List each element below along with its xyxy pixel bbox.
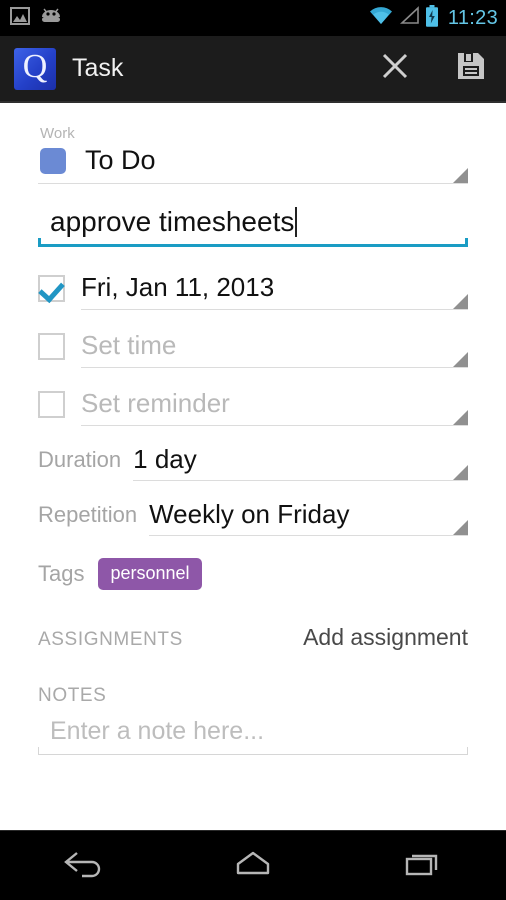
- set-time-checkbox[interactable]: [38, 333, 65, 360]
- category-color-swatch: [40, 147, 66, 174]
- repetition-value: Weekly on Friday: [149, 499, 350, 529]
- status-bar: 11:23: [0, 0, 506, 36]
- nav-back-button[interactable]: [29, 831, 139, 900]
- android-navigation-bar: [0, 830, 506, 900]
- task-form: Work To Do approve timesheets Fri, Jan 1…: [0, 103, 506, 830]
- chevron-down-icon: [453, 294, 468, 309]
- close-icon: [380, 51, 410, 86]
- task-title-input[interactable]: approve timesheets: [38, 206, 468, 252]
- nav-home-button[interactable]: [198, 831, 308, 900]
- recents-icon: [399, 847, 445, 884]
- notes-section-header: NOTES: [38, 685, 468, 707]
- assignments-title: ASSIGNMENTS: [38, 629, 183, 650]
- tag-chip[interactable]: personnel: [98, 558, 202, 590]
- text-caret: [295, 207, 298, 237]
- task-title-value: approve timesheets: [50, 206, 295, 237]
- duration-value: 1 day: [133, 444, 197, 474]
- category-spinner[interactable]: To Do: [38, 143, 468, 184]
- due-date-value: Fri, Jan 11, 2013: [81, 272, 275, 302]
- close-button[interactable]: [376, 47, 414, 91]
- tags-label: Tags: [38, 561, 85, 586]
- tags-row[interactable]: Tags personnel: [38, 558, 468, 590]
- set-reminder-label: Set reminder: [81, 388, 230, 418]
- page-title: Task: [72, 54, 124, 82]
- chevron-down-icon: [453, 352, 468, 367]
- status-bar-clock: 11:23: [447, 6, 498, 29]
- chevron-down-icon: [453, 465, 468, 480]
- action-bar-actions: [376, 47, 490, 91]
- save-button[interactable]: [452, 47, 490, 91]
- notes-placeholder: Enter a note here...: [50, 717, 265, 745]
- due-date-checkbox[interactable]: [38, 275, 65, 302]
- chevron-down-icon: [453, 520, 468, 535]
- chevron-down-icon: [453, 168, 468, 183]
- app-logo-icon[interactable]: Q: [14, 47, 56, 90]
- duration-label: Duration: [38, 447, 122, 472]
- set-reminder-spinner[interactable]: Set reminder: [81, 388, 468, 426]
- android-robot-icon: [39, 8, 63, 29]
- due-date-spinner[interactable]: Fri, Jan 11, 2013: [81, 272, 468, 310]
- app-logo-letter: Q: [22, 47, 48, 85]
- set-time-spinner[interactable]: Set time: [81, 330, 468, 368]
- battery-charging-icon: [425, 4, 439, 32]
- screenshot-image-icon: [10, 6, 30, 30]
- notes-input[interactable]: Enter a note here...: [38, 717, 468, 755]
- repetition-label: Repetition: [38, 502, 138, 527]
- category-group-label: Work: [40, 125, 75, 142]
- notes-underline: [38, 747, 468, 755]
- category-row: To Do: [38, 143, 468, 183]
- home-icon: [230, 847, 276, 884]
- notes-title: NOTES: [38, 685, 107, 706]
- cell-signal-icon: [398, 6, 420, 30]
- back-icon: [61, 847, 107, 884]
- set-reminder-checkbox[interactable]: [38, 391, 65, 418]
- status-bar-left-icons: [10, 6, 63, 30]
- nav-recents-button[interactable]: [367, 831, 477, 900]
- set-reminder-row[interactable]: Set reminder: [38, 388, 468, 426]
- task-editor-screen: 11:23 Q Task Work To Do approve timeshee…: [0, 0, 506, 900]
- repetition-spinner[interactable]: Weekly on Friday: [149, 499, 468, 536]
- chevron-down-icon: [453, 410, 468, 425]
- due-date-row[interactable]: Fri, Jan 11, 2013: [38, 272, 468, 310]
- duration-spinner[interactable]: 1 day: [133, 444, 468, 481]
- action-bar: Q Task: [0, 36, 506, 103]
- add-assignment-button[interactable]: Add assignment: [303, 624, 468, 651]
- duration-row[interactable]: Duration 1 day: [38, 444, 468, 481]
- repetition-row[interactable]: Repetition Weekly on Friday: [38, 499, 468, 536]
- save-icon: [456, 51, 486, 86]
- status-bar-right-icons: 11:23: [369, 4, 498, 32]
- task-title-underline: [38, 238, 468, 247]
- set-time-row[interactable]: Set time: [38, 330, 468, 368]
- wifi-icon: [369, 6, 393, 30]
- set-time-label: Set time: [81, 330, 177, 360]
- assignments-section-header: ASSIGNMENTS Add assignment: [38, 624, 468, 651]
- category-value: To Do: [85, 145, 156, 175]
